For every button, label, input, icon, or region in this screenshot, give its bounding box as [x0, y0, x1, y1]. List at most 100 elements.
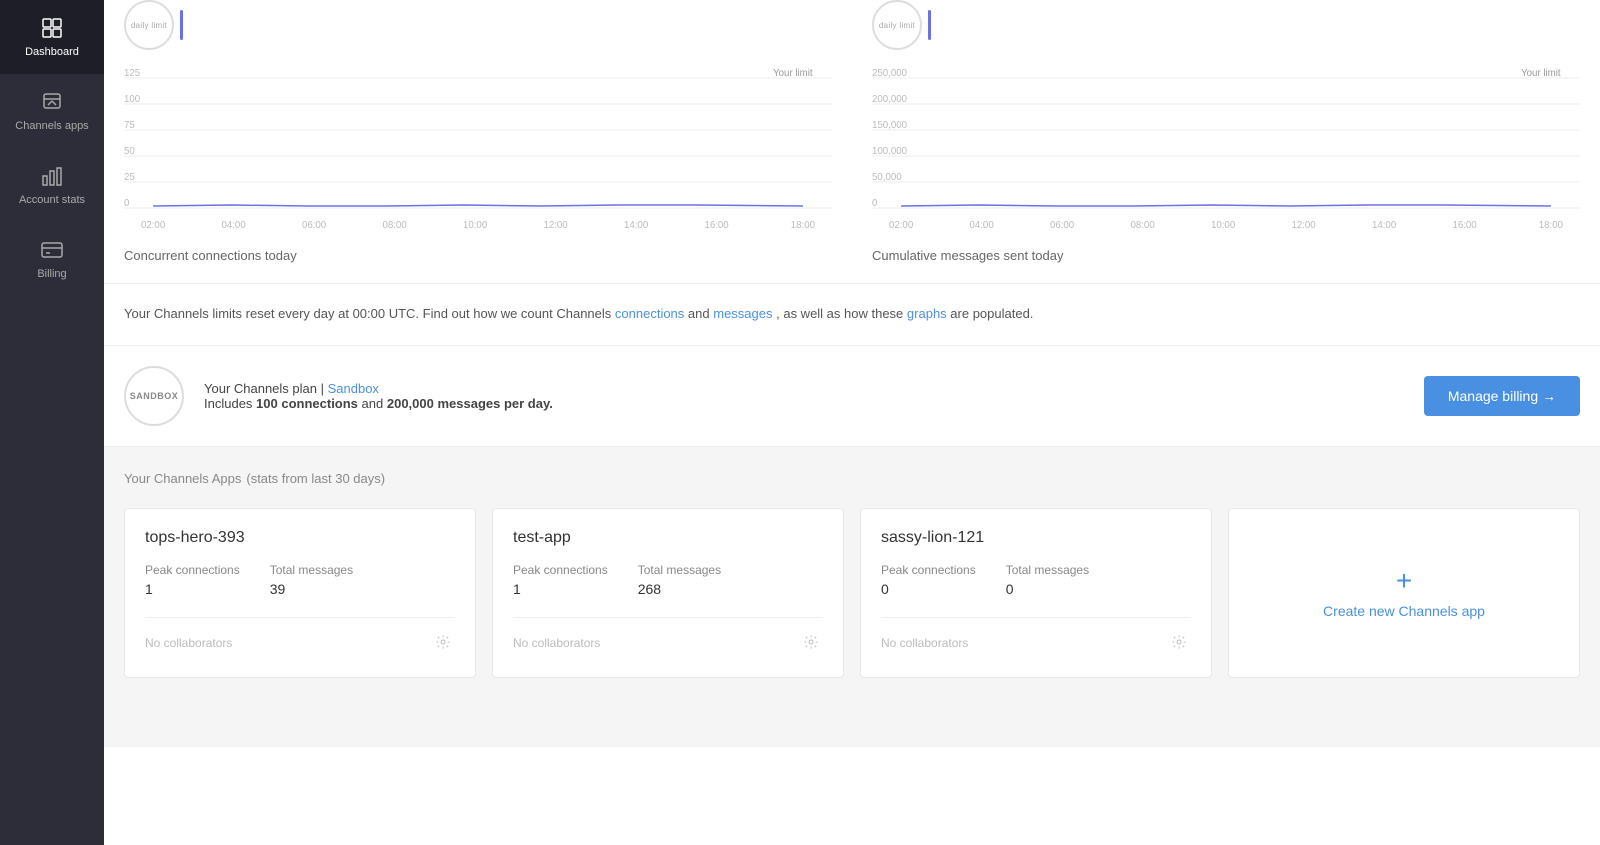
charts-row: daily limit Your limit [124, 0, 1580, 263]
info-text: Your Channels limits reset every day at … [124, 306, 611, 321]
svg-text:125: 125 [124, 68, 141, 79]
gear-icon [435, 634, 451, 650]
left-chart-container: daily limit Your limit [124, 0, 832, 263]
app-card-1[interactable]: test-app Peak connections 1 Total messag… [492, 508, 844, 678]
sidebar-item-account-stats[interactable]: Account stats [0, 148, 104, 222]
app-card-1-peak-label: Peak connections [513, 563, 608, 577]
svg-text:0: 0 [124, 198, 130, 209]
app-card-2-stats: Peak connections 0 Total messages 0 [881, 563, 1191, 597]
sidebar: Dashboard Channels apps Account stats Bi… [0, 0, 104, 845]
upload-icon [40, 90, 64, 114]
right-chart-container: daily limit Your limit [872, 0, 1580, 263]
manage-billing-button[interactable]: Manage billing → [1424, 376, 1580, 416]
app-card-1-messages-value: 268 [638, 581, 721, 597]
app-card-0-peak-label: Peak connections [145, 563, 240, 577]
app-card-2-peak-value: 0 [881, 581, 976, 597]
left-chart-area: Your limit 125 100 75 50 25 [124, 58, 832, 238]
sidebar-item-stats-label: Account stats [19, 194, 85, 206]
apps-section: Your Channels Apps (stats from last 30 d… [104, 447, 1600, 747]
right-badge-bar [928, 10, 931, 40]
sidebar-item-channels-label: Channels apps [15, 120, 88, 132]
apps-grid: tops-hero-393 Peak connections 1 Total m… [124, 508, 1580, 678]
app-card-1-messages: Total messages 268 [638, 563, 721, 597]
svg-text:10:00: 10:00 [463, 220, 488, 231]
svg-text:06:00: 06:00 [1050, 220, 1075, 231]
svg-text:10:00: 10:00 [1211, 220, 1236, 231]
svg-text:08:00: 08:00 [382, 220, 407, 231]
right-daily-limit-badge: daily limit [872, 0, 1580, 50]
graphs-link[interactable]: graphs [907, 306, 947, 321]
sidebar-item-channels-apps[interactable]: Channels apps [0, 74, 104, 148]
svg-text:16:00: 16:00 [1452, 220, 1477, 231]
right-chart-title: Cumulative messages sent today [872, 248, 1580, 263]
svg-text:12:00: 12:00 [543, 220, 568, 231]
app-card-2-collaborators: No collaborators [881, 636, 968, 650]
app-card-1-peak: Peak connections 1 [513, 563, 608, 597]
svg-text:04:00: 04:00 [221, 220, 246, 231]
svg-text:16:00: 16:00 [704, 220, 729, 231]
svg-text:14:00: 14:00 [1372, 220, 1397, 231]
svg-text:06:00: 06:00 [302, 220, 327, 231]
app-card-1-footer: No collaborators [513, 617, 823, 657]
connections-link[interactable]: connections [615, 306, 684, 321]
svg-text:50,000: 50,000 [872, 172, 902, 183]
svg-text:08:00: 08:00 [1130, 220, 1155, 231]
app-card-1-collaborators: No collaborators [513, 636, 600, 650]
svg-text:150,000: 150,000 [872, 120, 908, 131]
credit-card-icon [40, 238, 64, 262]
messages-link[interactable]: messages [713, 306, 772, 321]
app-card-1-settings-button[interactable] [799, 630, 823, 657]
app-card-2-messages: Total messages 0 [1006, 563, 1089, 597]
app-card-2-messages-label: Total messages [1006, 563, 1089, 577]
app-card-2-peak: Peak connections 0 [881, 563, 976, 597]
svg-text:250,000: 250,000 [872, 68, 908, 79]
left-chart-svg: Your limit 125 100 75 50 25 [124, 58, 832, 238]
svg-text:100: 100 [124, 94, 141, 105]
app-card-2-name: sassy-lion-121 [881, 529, 1191, 547]
bar-chart-icon [40, 164, 64, 188]
messages-count: 200,000 messages per day. [387, 396, 553, 411]
svg-text:12:00: 12:00 [1291, 220, 1316, 231]
app-card-0-peak-value: 1 [145, 581, 240, 597]
left-badge-bar [180, 10, 183, 40]
create-app-label: Create new Channels app [1323, 603, 1485, 619]
app-card-0-messages-label: Total messages [270, 563, 353, 577]
app-card-0-stats: Peak connections 1 Total messages 39 [145, 563, 455, 597]
svg-text:100,000: 100,000 [872, 146, 908, 157]
app-card-0[interactable]: tops-hero-393 Peak connections 1 Total m… [124, 508, 476, 678]
charts-section: daily limit Your limit [104, 0, 1600, 284]
app-card-2-messages-value: 0 [1006, 581, 1089, 597]
main-content: daily limit Your limit [104, 0, 1600, 845]
left-badge-circle: daily limit [124, 0, 174, 50]
includes-text: Includes [204, 396, 252, 411]
right-badge-circle: daily limit [872, 0, 922, 50]
connections-count: 100 connections [256, 396, 358, 411]
sidebar-item-dashboard-label: Dashboard [25, 46, 79, 58]
apps-title: Your Channels Apps [124, 471, 241, 486]
app-card-0-collaborators: No collaborators [145, 636, 232, 650]
right-daily-limit-label: daily limit [879, 21, 915, 30]
app-card-1-name: test-app [513, 529, 823, 547]
sandbox-badge: SANDBOX [124, 366, 184, 426]
sidebar-item-billing-label: Billing [37, 268, 66, 280]
app-card-0-settings-button[interactable] [431, 630, 455, 657]
svg-text:18:00: 18:00 [1539, 220, 1564, 231]
right-chart-svg: Your limit 250,000 200,000 150,000 100,0… [872, 58, 1580, 238]
app-card-1-messages-label: Total messages [638, 563, 721, 577]
svg-text:18:00: 18:00 [791, 220, 816, 231]
svg-text:Your limit: Your limit [773, 68, 813, 79]
app-card-2[interactable]: sassy-lion-121 Peak connections 0 Total … [860, 508, 1212, 678]
sandbox-badge-text: SANDBOX [130, 391, 179, 401]
app-card-2-settings-button[interactable] [1167, 630, 1191, 657]
as-well-text: , as well as how these [776, 306, 903, 321]
gear-icon [1171, 634, 1187, 650]
sidebar-item-dashboard[interactable]: Dashboard [0, 0, 104, 74]
create-icon: + [1396, 567, 1412, 595]
sidebar-item-billing[interactable]: Billing [0, 222, 104, 296]
app-card-0-footer: No collaborators [145, 617, 455, 657]
plan-name-link[interactable]: Sandbox [328, 381, 379, 396]
svg-text:Your limit: Your limit [1521, 68, 1561, 79]
app-card-0-name: tops-hero-393 [145, 529, 455, 547]
svg-text:200,000: 200,000 [872, 94, 908, 105]
create-app-card[interactable]: + Create new Channels app [1228, 508, 1580, 678]
